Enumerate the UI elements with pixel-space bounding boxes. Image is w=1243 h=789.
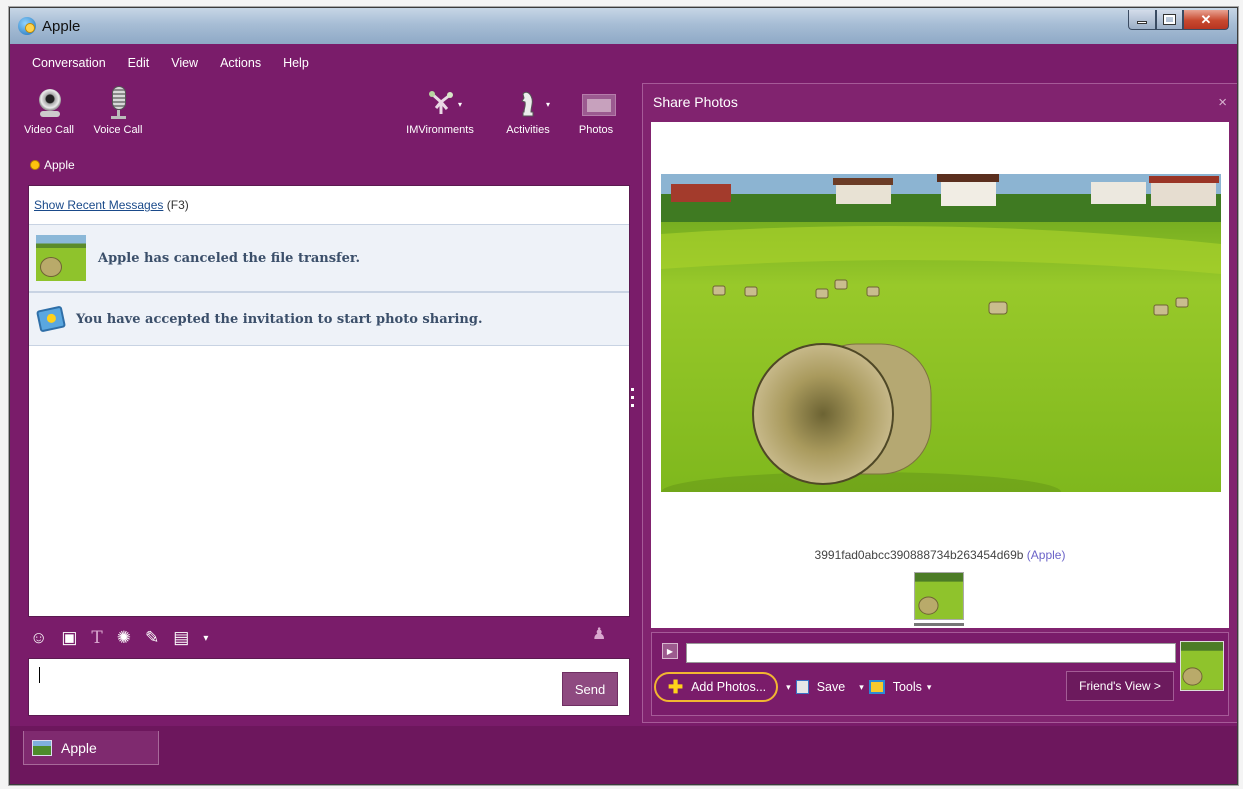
- friends-view-button[interactable]: Friend's View >: [1066, 671, 1174, 701]
- photos-label: Photos: [578, 124, 614, 136]
- message-input[interactable]: [28, 658, 630, 716]
- chess-knight-icon: ▾: [510, 86, 550, 120]
- tools-button[interactable]: Tools: [893, 680, 922, 694]
- play-icon: ▶: [666, 646, 674, 656]
- minimize-button[interactable]: [1128, 10, 1156, 30]
- share-action-bar: ✚ Add Photos... ▾ Save ▾ Tools ▾: [652, 671, 936, 703]
- add-photos-button[interactable]: ✚ Add Photos...: [654, 672, 779, 702]
- window-title: Apple: [42, 17, 81, 35]
- nudge-icon[interactable]: ✺: [117, 628, 131, 648]
- imvironments-label: IMVironments: [406, 124, 474, 136]
- system-message: You have accepted the invitation to star…: [29, 292, 629, 346]
- contact-status[interactable]: Apple: [30, 158, 75, 172]
- photo-share-icon: [35, 305, 67, 333]
- tools-dropdown-icon[interactable]: ▾: [927, 682, 932, 693]
- photo-owner: (Apple): [1026, 548, 1066, 562]
- save-icon: [795, 680, 809, 694]
- video-call-button[interactable]: Video Call: [24, 86, 74, 136]
- minimize-icon: [1137, 21, 1147, 24]
- maximize-button[interactable]: [1156, 10, 1183, 30]
- imvironments-button[interactable]: ▾ IMVironments: [392, 86, 488, 136]
- imvironments-leaf-icon: ▾: [422, 86, 462, 120]
- message-text: You have accepted the invitation to star…: [76, 311, 483, 327]
- voice-call-button[interactable]: Voice Call: [86, 86, 150, 136]
- share-photos-panel: Share Photos × 3991fad0abcc390888734b263…: [642, 83, 1237, 723]
- video-call-label: Video Call: [24, 124, 74, 136]
- title-bar[interactable]: Apple ✕: [10, 8, 1237, 44]
- conversation-history[interactable]: Show Recent Messages (F3) Apple has canc…: [28, 185, 630, 617]
- menu-bar: Conversation Edit View Actions Help: [10, 52, 309, 74]
- conversation-tab[interactable]: Apple: [23, 731, 159, 765]
- contact-card-icon[interactable]: ♟: [592, 624, 606, 644]
- close-icon: ✕: [1200, 11, 1212, 27]
- close-button[interactable]: ✕: [1183, 10, 1229, 30]
- emoticon-icon[interactable]: ☺: [30, 628, 47, 648]
- messenger-logo-icon: [18, 17, 36, 35]
- pane-splitter[interactable]: [631, 388, 635, 412]
- send-button[interactable]: Send: [562, 672, 618, 706]
- window-title-group: Apple: [18, 17, 80, 35]
- window-controls: ✕: [1128, 10, 1229, 30]
- recent-shortcut-hint: (F3): [166, 198, 189, 212]
- menu-view[interactable]: View: [149, 52, 198, 74]
- filmstrip-thumbnail[interactable]: [914, 572, 964, 620]
- menu-conversation[interactable]: Conversation: [10, 52, 106, 74]
- maximize-icon: [1163, 14, 1176, 25]
- save-button[interactable]: Save: [817, 680, 846, 694]
- photo-caption: 3991fad0abcc390888734b263454d69b (Apple): [651, 548, 1229, 562]
- contact-photo-icon: [32, 739, 52, 756]
- microphone-icon: [100, 86, 136, 120]
- photos-button[interactable]: Photos: [574, 86, 618, 136]
- close-share-photos-button[interactable]: ×: [1218, 94, 1227, 111]
- status-dot-icon: [30, 160, 40, 170]
- save-dropdown-icon[interactable]: ▾: [859, 682, 864, 693]
- voice-call-label: Voice Call: [93, 124, 143, 136]
- wink-icon[interactable]: ▣: [61, 628, 77, 648]
- menu-help[interactable]: Help: [261, 52, 309, 74]
- text-caret: [39, 667, 40, 683]
- message-text: Apple has canceled the file transfer.: [98, 250, 361, 266]
- menu-edit[interactable]: Edit: [106, 52, 150, 74]
- background-icon[interactable]: ▤: [173, 628, 189, 648]
- conversation-tab-strip: Apple: [10, 726, 1237, 784]
- photo-filename: 3991fad0abcc390888734b263454d69b: [814, 548, 1024, 562]
- hay-bale-photo-thumbnail: [36, 235, 86, 281]
- plus-icon: ✚: [668, 677, 684, 697]
- add-photos-dropdown-icon[interactable]: ▾: [786, 682, 791, 693]
- system-message: Apple has canceled the file transfer.: [29, 224, 629, 292]
- more-dropdown-icon[interactable]: ▾: [203, 633, 208, 644]
- share-controls: ▶ ✚ Add Photos... ▾ Save ▾ Tools ▾ Frien…: [651, 632, 1229, 716]
- selected-indicator: [914, 623, 964, 626]
- attach-icon[interactable]: ✎: [145, 628, 159, 648]
- activities-label: Activities: [506, 124, 550, 136]
- photo-viewer: 3991fad0abcc390888734b263454d69b (Apple): [651, 122, 1229, 628]
- photos-icon: [578, 86, 616, 120]
- webcam-icon: [31, 86, 67, 120]
- show-recent-messages-link[interactable]: Show Recent Messages: [34, 198, 163, 212]
- formatting-toolbar: ☺ ▣ T ✺ ✎ ▤ ▾: [30, 625, 222, 651]
- activities-button[interactable]: ▾ Activities: [504, 86, 552, 136]
- expand-arrow-button[interactable]: ▶: [662, 643, 678, 659]
- shared-photo[interactable]: [661, 174, 1221, 492]
- friend-view-preview[interactable]: [1180, 641, 1224, 691]
- share-photos-title: Share Photos: [653, 94, 738, 110]
- menu-actions[interactable]: Actions: [198, 52, 261, 74]
- tools-icon: [868, 680, 885, 694]
- add-photos-label: Add Photos...: [691, 680, 767, 694]
- tab-label: Apple: [61, 739, 97, 756]
- messenger-window: Apple ✕ Conversation Edit View Actions H…: [9, 7, 1238, 785]
- recent-messages-row: Show Recent Messages (F3): [29, 186, 629, 212]
- photo-comment-input[interactable]: [686, 643, 1176, 663]
- contact-name: Apple: [44, 158, 75, 172]
- font-icon[interactable]: T: [91, 628, 102, 648]
